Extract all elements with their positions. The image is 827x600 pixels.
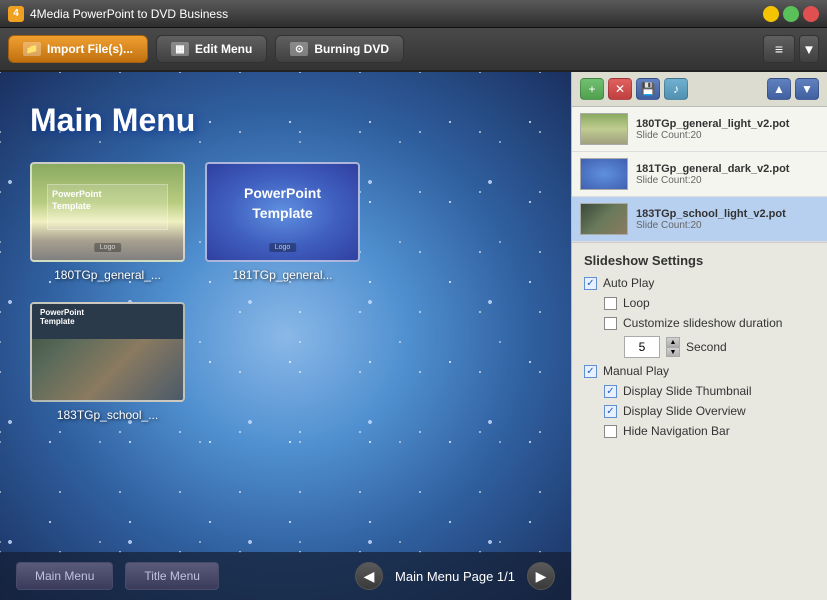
hide-nav-row: Hide Navigation Bar — [604, 424, 815, 438]
title-menu-button[interactable]: Title Menu — [125, 562, 219, 590]
main-menu-button[interactable]: Main Menu — [16, 562, 113, 590]
duration-input[interactable] — [624, 336, 660, 358]
template-item[interactable]: 183TGp_school_light_v2.pot Slide Count:2… — [572, 197, 827, 242]
hide-nav-label: Hide Navigation Bar — [623, 424, 730, 438]
import-icon: 📁 — [23, 42, 41, 56]
manual-play-row: Manual Play — [584, 364, 815, 378]
import-files-button[interactable]: 📁 Import File(s)... — [8, 35, 148, 63]
customize-label: Customize slideshow duration — [623, 316, 782, 330]
display-thumbnail-row: Display Slide Thumbnail — [604, 384, 815, 398]
hide-nav-checkbox[interactable] — [604, 425, 617, 438]
settings-title: Slideshow Settings — [584, 253, 815, 268]
template-info: 183TGp_school_light_v2.pot Slide Count:2… — [636, 208, 819, 231]
thumbnail-image: PowerPointTemplate Logo — [30, 162, 185, 262]
customize-row: Customize slideshow duration — [604, 316, 815, 330]
loop-label: Loop — [623, 296, 650, 310]
title-bar: 4 4Media PowerPoint to DVD Business — [0, 0, 827, 28]
template-text: PowerPointTemplate — [207, 184, 358, 223]
template-count: Slide Count:20 — [636, 175, 819, 186]
template-count: Slide Count:20 — [636, 220, 819, 231]
edit-menu-button[interactable]: ▦ Edit Menu — [156, 35, 267, 63]
template-thumb — [580, 158, 628, 190]
spin-up-button[interactable]: ▲ — [666, 337, 680, 347]
menu-title: Main Menu — [30, 102, 195, 139]
template-text: PowerPointTemplate — [40, 308, 84, 326]
display-thumbnail-label: Display Slide Thumbnail — [623, 384, 752, 398]
template-logo: Logo — [94, 243, 122, 252]
maximize-button[interactable] — [783, 6, 799, 22]
second-label: Second — [686, 340, 727, 354]
template-count: Slide Count:20 — [636, 130, 819, 141]
display-thumbnail-checkbox[interactable] — [604, 385, 617, 398]
remove-template-button[interactable]: ✕ — [608, 78, 632, 100]
duration-spinner: ▲ ▼ — [666, 337, 680, 357]
template-info: 180TGp_general_light_v2.pot Slide Count:… — [636, 118, 819, 141]
loop-checkbox[interactable] — [604, 297, 617, 310]
prev-page-button[interactable]: ◀ — [355, 562, 383, 590]
template-item[interactable]: 180TGp_general_light_v2.pot Slide Count:… — [572, 107, 827, 152]
template-name: 180TGp_general_light_v2.pot — [636, 118, 819, 130]
auto-play-row: Auto Play — [584, 276, 815, 290]
template-item[interactable]: 181TGp_general_dark_v2.pot Slide Count:2… — [572, 152, 827, 197]
template-name: 183TGp_school_light_v2.pot — [636, 208, 819, 220]
list-view-button[interactable]: ≡ — [763, 35, 795, 63]
thumbnail-label: 183TGp_school_... — [57, 408, 158, 422]
move-down-button[interactable]: ▼ — [795, 78, 819, 100]
edit-icon: ▦ — [171, 42, 189, 56]
template-info: 181TGp_general_dark_v2.pot Slide Count:2… — [636, 163, 819, 186]
close-button[interactable] — [803, 6, 819, 22]
thumbnail-item[interactable]: PowerPointTemplate 183TGp_school_... — [30, 302, 185, 422]
display-overview-row: Display Slide Overview — [604, 404, 815, 418]
main-area: Main Menu PowerPointTemplate Logo 180TGp… — [0, 72, 827, 600]
thumbnail-image: PowerPointTemplate Logo — [205, 162, 360, 262]
manual-play-label: Manual Play — [603, 364, 669, 378]
display-overview-label: Display Slide Overview — [623, 404, 746, 418]
template-thumb — [580, 113, 628, 145]
next-page-button[interactable]: ▶ — [527, 562, 555, 590]
bottom-bar: Main Menu Title Menu ◀ Main Menu Page 1/… — [0, 552, 571, 600]
app-icon: 4 — [8, 6, 24, 22]
preview-pane: Main Menu PowerPointTemplate Logo 180TGp… — [0, 72, 571, 600]
loop-row: Loop — [604, 296, 815, 310]
app-title: 4Media PowerPoint to DVD Business — [30, 7, 763, 21]
toolbar: 📁 Import File(s)... ▦ Edit Menu ⊙ Burnin… — [0, 28, 827, 72]
music-button[interactable]: ♪ — [664, 78, 688, 100]
display-overview-checkbox[interactable] — [604, 405, 617, 418]
manual-play-checkbox[interactable] — [584, 365, 597, 378]
duration-row: ▲ ▼ Second — [624, 336, 815, 358]
thumbnail-item[interactable]: PowerPointTemplate Logo 181TGp_general..… — [205, 162, 360, 282]
customize-checkbox[interactable] — [604, 317, 617, 330]
thumbnail-item[interactable]: PowerPointTemplate Logo 180TGp_general_.… — [30, 162, 185, 282]
template-logo: Logo — [269, 243, 297, 252]
settings-panel: Slideshow Settings Auto Play Loop Custom… — [572, 243, 827, 600]
thumbnail-label: 180TGp_general_... — [54, 268, 161, 282]
list-toolbar: + ✕ 💾 ♪ ▲ ▼ — [572, 72, 827, 107]
dvd-icon: ⊙ — [290, 42, 308, 56]
move-up-button[interactable]: ▲ — [767, 78, 791, 100]
thumbnail-label: 181TGp_general... — [232, 268, 332, 282]
minimize-button[interactable] — [763, 6, 779, 22]
dropdown-button[interactable]: ▼ — [799, 35, 819, 63]
page-label: Main Menu Page 1/1 — [395, 569, 515, 584]
burning-dvd-button[interactable]: ⊙ Burning DVD — [275, 35, 404, 63]
template-text: PowerPointTemplate — [52, 189, 102, 212]
thumbnail-image: PowerPointTemplate — [30, 302, 185, 402]
template-name: 181TGp_general_dark_v2.pot — [636, 163, 819, 175]
add-template-button[interactable]: + — [580, 78, 604, 100]
thumbnail-grid: PowerPointTemplate Logo 180TGp_general_.… — [30, 162, 530, 422]
right-panel: + ✕ 💾 ♪ ▲ ▼ 180TGp_general_light_v2.pot … — [571, 72, 827, 600]
template-list: + ✕ 💾 ♪ ▲ ▼ 180TGp_general_light_v2.pot … — [572, 72, 827, 243]
auto-play-checkbox[interactable] — [584, 277, 597, 290]
window-controls — [763, 6, 819, 22]
template-thumb — [580, 203, 628, 235]
spin-down-button[interactable]: ▼ — [666, 347, 680, 357]
auto-play-label: Auto Play — [603, 276, 654, 290]
save-template-button[interactable]: 💾 — [636, 78, 660, 100]
